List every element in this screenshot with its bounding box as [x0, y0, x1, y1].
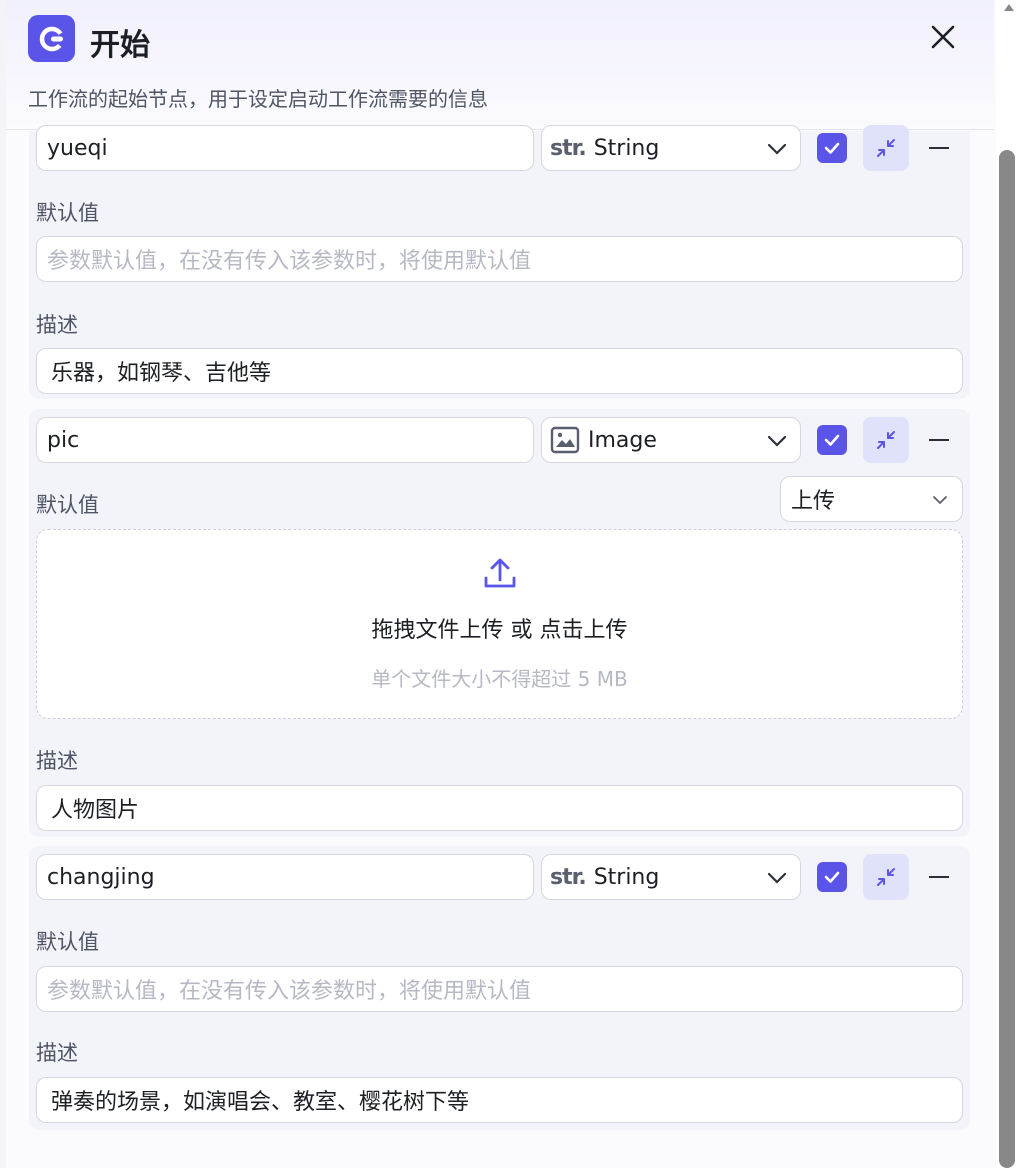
remove-param-button[interactable] [929, 147, 949, 149]
check-icon [824, 142, 840, 154]
default-value-label: 默认值 [36, 201, 99, 225]
param-type-select[interactable]: Image [541, 417, 801, 463]
collapse-button[interactable] [863, 417, 909, 463]
param-name-input[interactable]: pic [36, 417, 534, 463]
description-input[interactable]: 人物图片 [36, 785, 963, 831]
param-card-changjing: changjing str. String 默认值 参数默认值，在没有传入该参数… [29, 846, 970, 1130]
dropzone-hint-text: 单个文件大小不得超过 5 MB [371, 667, 628, 691]
start-node-panel: 开始 工作流的起始节点，用于设定启动工作流需要的信息 yueqi str. St… [0, 0, 1022, 1168]
param-card-pic: pic Image 默认值 上传 拖拽文件上传 或 点击上传 单个文件大小不得超… [29, 409, 970, 837]
param-card-yueqi: yueqi str. String 默认值 参数默认值，在没有传入该参数时，将使… [29, 125, 970, 399]
chevron-down-icon [767, 143, 787, 155]
description-input[interactable]: 乐器，如钢琴、吉他等 [36, 348, 963, 394]
collapse-icon [877, 868, 895, 886]
param-type-label: Image [588, 427, 657, 453]
dropzone-main-text: 拖拽文件上传 或 点击上传 [371, 618, 628, 643]
collapse-icon [877, 139, 895, 157]
panel-header: 开始 工作流的起始节点，用于设定启动工作流需要的信息 [6, 0, 994, 130]
param-name-input[interactable]: changjing [36, 854, 534, 900]
param-type-label: String [593, 864, 660, 890]
page-subtitle: 工作流的起始节点，用于设定启动工作流需要的信息 [28, 87, 488, 111]
description-label: 描述 [36, 1041, 78, 1065]
page-title: 开始 [90, 28, 150, 63]
collapse-icon [877, 431, 895, 449]
upload-icon [484, 558, 516, 588]
chevron-down-icon [767, 872, 787, 884]
chevron-down-icon [767, 435, 787, 447]
check-icon [824, 434, 840, 446]
upload-mode-select[interactable]: 上传 [780, 476, 963, 522]
description-input[interactable]: 弹奏的场景，如演唱会、教室、樱花树下等 [36, 1077, 963, 1123]
required-checkbox[interactable] [817, 425, 847, 455]
default-value-input[interactable]: 参数默认值，在没有传入该参数时，将使用默认值 [36, 966, 963, 1012]
string-type-icon: str. [550, 135, 587, 161]
remove-param-button[interactable] [929, 439, 949, 441]
panel-left-edge [0, 0, 6, 1168]
image-icon [550, 426, 580, 454]
default-value-input[interactable]: 参数默认值，在没有传入该参数时，将使用默认值 [36, 236, 963, 282]
collapse-button[interactable] [863, 125, 909, 171]
param-type-select[interactable]: str. String [541, 125, 801, 171]
scrollbar-thumb[interactable] [999, 150, 1015, 1168]
required-checkbox[interactable] [817, 133, 847, 163]
close-button[interactable] [926, 20, 960, 54]
file-dropzone[interactable]: 拖拽文件上传 或 点击上传 单个文件大小不得超过 5 MB [36, 529, 963, 719]
close-icon [931, 25, 955, 49]
start-node-logo-icon [28, 15, 75, 62]
string-type-icon: str. [550, 864, 587, 890]
default-value-label: 默认值 [36, 493, 99, 517]
scroll-up-arrow-icon[interactable] [1001, 0, 1017, 14]
remove-param-button[interactable] [929, 876, 949, 878]
param-type-select[interactable]: str. String [541, 854, 801, 900]
param-type-label: String [593, 135, 660, 161]
description-label: 描述 [36, 313, 78, 337]
default-value-label: 默认值 [36, 930, 99, 954]
required-checkbox[interactable] [817, 862, 847, 892]
check-icon [824, 871, 840, 883]
upload-mode-label: 上传 [791, 489, 836, 514]
param-name-input[interactable]: yueqi [36, 125, 534, 171]
description-label: 描述 [36, 749, 78, 773]
chevron-down-icon [933, 496, 947, 505]
collapse-button[interactable] [863, 854, 909, 900]
